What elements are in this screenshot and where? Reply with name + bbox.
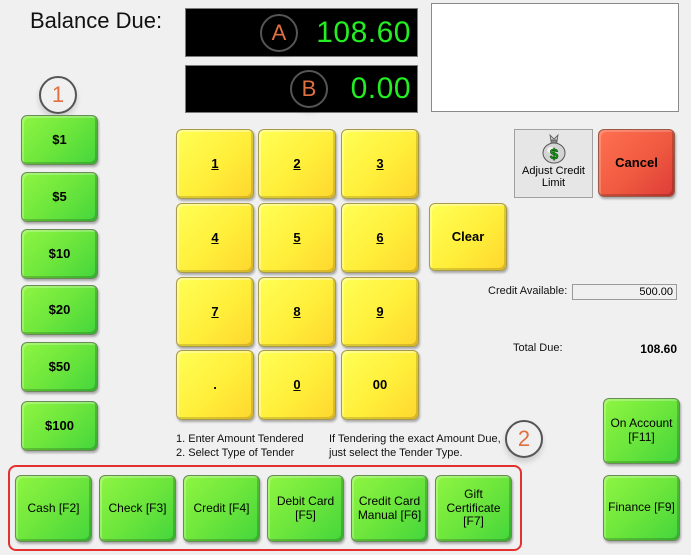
- instruction-step-2: 2. Select Type of Tender: [176, 447, 295, 459]
- tender-gift-certificate-button[interactable]: Gift Certificate [F7]: [435, 475, 512, 542]
- keypad-8-button[interactable]: 8: [258, 277, 336, 347]
- tender-debit-card-label-line-1: Debit Card: [276, 493, 335, 508]
- keypad-1-button[interactable]: 1: [176, 129, 254, 199]
- tender-credit-card-manual-label-line-2: Manual [F6]: [357, 507, 422, 522]
- keypad-5-button[interactable]: 5: [258, 203, 336, 273]
- adjust-credit-limit-button[interactable]: $ Adjust Credit Limit: [514, 129, 593, 198]
- amount-due-value: 108.60: [316, 15, 411, 49]
- callout-2-badge: 2: [505, 420, 543, 458]
- keypad-7-button[interactable]: 7: [176, 277, 254, 347]
- instructions-steps: 1. Enter Amount Tendered 2. Select Type …: [176, 432, 304, 460]
- on-account-label-line-1: On Account: [610, 416, 673, 431]
- cash-10-button[interactable]: $10: [21, 229, 98, 279]
- keypad-2-button[interactable]: 2: [258, 129, 336, 199]
- tender-debit-card-label-line-2: [F5]: [295, 507, 316, 522]
- message-box: [431, 3, 679, 112]
- adjust-credit-limit-label: Adjust Credit Limit: [522, 165, 585, 190]
- total-due-label: Total Due:: [513, 342, 563, 354]
- instruction-step-1: 1. Enter Amount Tendered: [176, 433, 304, 445]
- instructions-note: If Tendering the exact Amount Due, just …: [329, 432, 501, 460]
- balance-due-label: Balance Due:: [30, 8, 163, 33]
- instruction-note-line-1: If Tendering the exact Amount Due,: [329, 433, 501, 445]
- keypad-0-button[interactable]: 0: [258, 350, 336, 420]
- keypad-6-button[interactable]: 6: [341, 203, 419, 273]
- credit-available-field: 500.00: [572, 284, 677, 300]
- tender-credit-card-manual-label-line-1: Credit Card: [358, 493, 421, 508]
- keypad-9-button[interactable]: 9: [341, 277, 419, 347]
- tender-cash-label: Cash [F2]: [27, 500, 80, 515]
- on-account-label-line-2: [F11]: [628, 430, 655, 444]
- cash-1-button[interactable]: $1: [21, 115, 98, 165]
- tender-debit-card-button[interactable]: Debit Card [F5]: [267, 475, 344, 542]
- callout-a-badge: A: [260, 14, 298, 52]
- cancel-button[interactable]: Cancel: [598, 129, 675, 197]
- tender-credit-label: Credit [F4]: [193, 500, 250, 515]
- instruction-note-line-2: just select the Tender Type.: [329, 447, 463, 459]
- cash-50-button[interactable]: $50: [21, 342, 98, 392]
- on-account-button[interactable]: On Account [F11]: [603, 398, 680, 464]
- cash-5-button[interactable]: $5: [21, 172, 98, 222]
- tender-credit-card-manual-button[interactable]: Credit Card Manual [F6]: [351, 475, 428, 542]
- total-due-value: 108.60: [640, 342, 677, 356]
- finance-button[interactable]: Finance [F9]: [603, 475, 680, 541]
- callout-b-badge: B: [290, 70, 328, 108]
- money-bag-icon: $: [542, 133, 565, 164]
- clear-button[interactable]: Clear: [429, 203, 507, 271]
- keypad-decimal-button[interactable]: .: [176, 350, 254, 420]
- cash-20-button[interactable]: $20: [21, 285, 98, 335]
- credit-available-label: Credit Available:: [488, 285, 568, 297]
- keypad-3-button[interactable]: 3: [341, 129, 419, 199]
- tender-check-label: Check [F3]: [108, 500, 167, 515]
- amount-due-display: A 108.60: [185, 8, 418, 57]
- amount-tendered-value: 0.00: [350, 72, 411, 105]
- amount-tendered-display: B 0.00: [185, 65, 418, 113]
- tender-gift-certificate-label-line-2: [F7]: [463, 514, 484, 529]
- tender-cash-button[interactable]: Cash [F2]: [15, 475, 92, 542]
- keypad-4-button[interactable]: 4: [176, 203, 254, 273]
- svg-text:$: $: [549, 146, 558, 163]
- tender-check-button[interactable]: Check [F3]: [99, 475, 176, 542]
- cash-100-button[interactable]: $100: [21, 401, 98, 451]
- tender-credit-button[interactable]: Credit [F4]: [183, 475, 260, 542]
- callout-1-badge: 1: [39, 76, 77, 114]
- keypad-00-button[interactable]: 00: [341, 350, 419, 420]
- tender-gift-certificate-label-line-1: Gift Certificate: [446, 486, 501, 515]
